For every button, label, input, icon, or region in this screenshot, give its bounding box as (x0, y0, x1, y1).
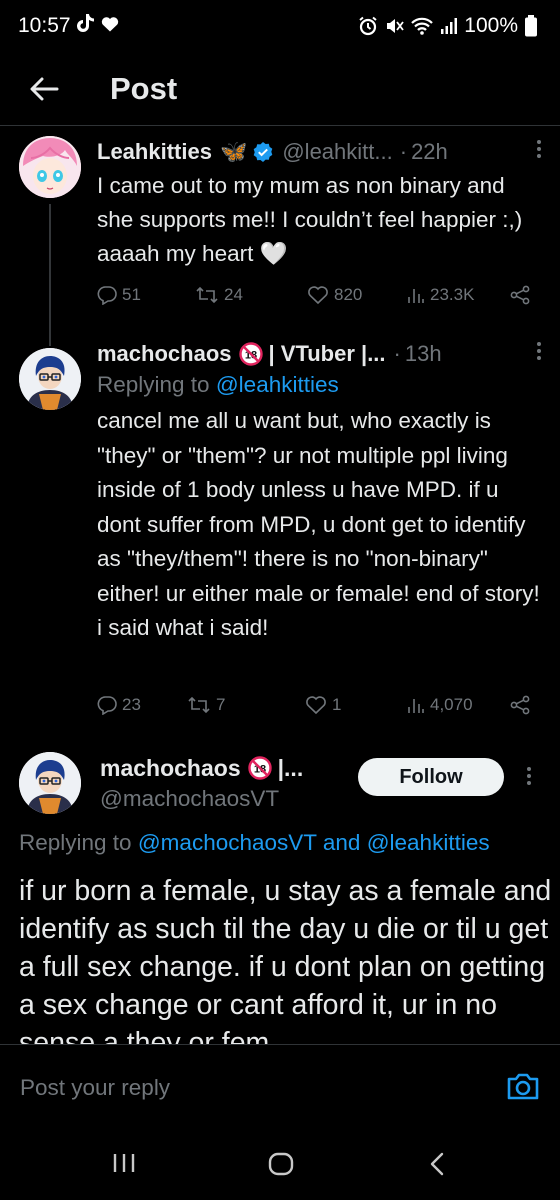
status-time: 10:57 (18, 14, 71, 37)
battery-icon (524, 15, 538, 37)
repost-icon (195, 285, 219, 305)
avatar[interactable] (19, 752, 81, 814)
tweet-leahkitties[interactable]: Leahkitties 🦋 @leahkitt... · 22h I came … (0, 126, 560, 336)
views-button[interactable]: 23.3K (407, 285, 474, 305)
views-icon (407, 696, 425, 714)
battery-level: 100% (464, 14, 518, 37)
author-handle[interactable]: @leahkitt... (282, 139, 392, 165)
more-icon[interactable] (536, 341, 542, 367)
avatar[interactable] (19, 348, 81, 410)
repost-button[interactable]: 7 (187, 695, 225, 715)
butterfly-emoji: 🦋 (219, 139, 248, 164)
views-count: 4,070 (430, 695, 473, 714)
repost-count: 7 (216, 695, 226, 714)
share-icon[interactable] (510, 695, 530, 715)
views-count: 23.3K (430, 285, 475, 304)
follow-button[interactable]: Follow (358, 758, 504, 796)
no-18-icon: 18 (247, 756, 272, 780)
replying-to-label: Replying to (97, 372, 210, 397)
replying-to-label: Replying to (19, 830, 132, 855)
back-arrow-icon[interactable] (24, 69, 64, 109)
reply-mention[interactable]: @leahkitties (216, 372, 339, 397)
tiktok-icon (76, 13, 95, 39)
tweet-text: cancel me all u want but, who exactly is… (97, 408, 540, 640)
separator-dot: · (399, 139, 408, 164)
separator-dot: · (393, 341, 401, 366)
reply-mention-2[interactable]: @leahkitties (367, 830, 490, 855)
repost-icon (187, 695, 211, 715)
wifi-icon (410, 16, 434, 36)
author-name[interactable]: machochaos (100, 755, 241, 782)
like-icon (307, 285, 329, 305)
reply-and: and (322, 830, 361, 855)
replying-to: Replying to @leahkitties (97, 370, 542, 400)
tweet-actions: 23 7 1 4,070 (97, 692, 542, 718)
system-nav-bar (0, 1132, 560, 1200)
reply-button[interactable]: 51 (97, 285, 141, 305)
tweet-actions: 51 24 820 23.3K (97, 282, 542, 308)
like-count: 1 (332, 695, 342, 714)
reply-icon (97, 695, 117, 715)
thread-line (49, 336, 51, 346)
like-count: 820 (334, 285, 363, 304)
focused-tweet-text: if ur born a female, u stay as a female … (19, 875, 552, 1044)
post-time: 22h (411, 139, 448, 164)
author-name[interactable]: machochaos (97, 341, 232, 367)
heart-icon (101, 14, 119, 38)
recents-icon[interactable] (112, 1152, 136, 1179)
post-time: 13h (404, 341, 442, 366)
author-name[interactable]: Leahkitties (97, 139, 212, 165)
reply-composer: Post your reply (0, 1044, 560, 1132)
verified-badge-icon (252, 141, 274, 163)
reply-count: 51 (122, 285, 141, 304)
views-icon (407, 286, 425, 304)
home-icon[interactable] (268, 1152, 294, 1181)
like-button[interactable]: 1 (305, 695, 341, 715)
like-button[interactable]: 820 (307, 285, 362, 305)
tweet-machochaos[interactable]: machochaos 18 | VTuber |... · 13h Replyi… (0, 336, 560, 736)
status-bar: 10:57 100% (0, 0, 560, 52)
repost-count: 24 (224, 285, 243, 304)
repost-button[interactable]: 24 (195, 285, 243, 305)
reply-mention-1[interactable]: @machochaosVT (138, 830, 317, 855)
more-icon[interactable] (526, 766, 532, 791)
avatar[interactable] (19, 136, 81, 198)
replying-to: Replying to @machochaosVT and @leahkitti… (19, 830, 560, 856)
mute-icon (384, 16, 405, 36)
back-nav-icon[interactable] (428, 1152, 446, 1181)
tweet-text: I came out to my mum as non binary and s… (97, 173, 523, 266)
alarm-icon (358, 16, 378, 36)
more-icon[interactable] (536, 139, 542, 165)
author-name-suffix: | VTuber |... (268, 341, 386, 366)
no-18-icon: 18 (238, 342, 263, 366)
reply-button[interactable]: 23 (97, 695, 141, 715)
author-name-suffix: |... (277, 754, 304, 781)
post-header: Post (0, 52, 560, 126)
reply-count: 23 (122, 695, 141, 714)
like-icon (305, 695, 327, 715)
author-handle[interactable]: @machochaosVT (100, 786, 279, 812)
page-title: Post (110, 70, 178, 106)
camera-icon[interactable] (506, 1071, 540, 1106)
views-button[interactable]: 4,070 (407, 695, 473, 715)
reply-input[interactable]: Post your reply (20, 1075, 170, 1101)
reply-icon (97, 285, 117, 305)
signal-icon (440, 17, 458, 35)
thread-line (49, 204, 51, 336)
share-icon[interactable] (510, 285, 530, 305)
